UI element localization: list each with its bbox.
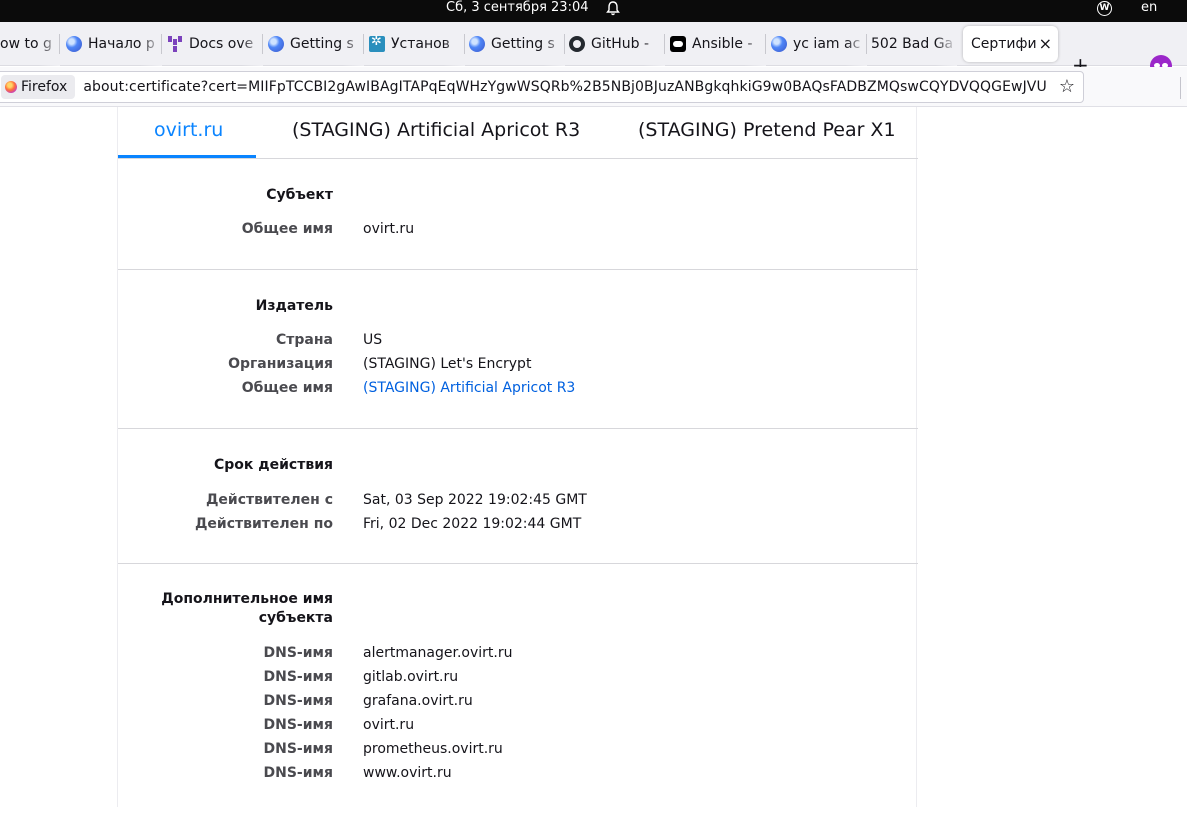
browser-tab[interactable]: Getting s bbox=[268, 22, 364, 66]
info-row: Общее имя (STAGING) Artificial Apricot R… bbox=[118, 380, 918, 404]
site-identity-label: Firefox bbox=[21, 79, 68, 95]
browser-tab[interactable]: yc iam ac bbox=[771, 22, 867, 66]
field-label: DNS-имя bbox=[263, 693, 333, 709]
browser-tab-label: Сертифи bbox=[971, 36, 1037, 52]
info-row: Действителен по Fri, 02 Dec 2022 19:02:4… bbox=[118, 516, 918, 540]
field-label: Общее имя bbox=[241, 221, 333, 237]
certificate-card: ovirt.ru (STAGING) Artificial Apricot R3… bbox=[117, 107, 918, 807]
info-row: Общее имя ovirt.ru bbox=[118, 221, 918, 245]
info-row: DNS-имя ovirt.ru bbox=[118, 717, 918, 741]
validity-section: Срок действия Действителен с Sat, 03 Sep… bbox=[118, 429, 918, 564]
browser-tab[interactable]: Getting s bbox=[469, 22, 565, 66]
field-label: DNS-имя bbox=[263, 645, 333, 661]
browser-tab-active[interactable]: Сертифи × bbox=[963, 26, 1058, 62]
terraform-icon bbox=[167, 36, 183, 52]
info-row: DNS-имя grafana.ovirt.ru bbox=[118, 693, 918, 717]
blue-globe-icon bbox=[469, 36, 485, 52]
browser-tab[interactable]: Ansible - bbox=[670, 22, 766, 66]
keyboard-layout-indicator[interactable]: en bbox=[1141, 0, 1157, 16]
field-label: DNS-имя bbox=[263, 741, 333, 757]
issuer-section: Издатель Страна US Организация (STAGING)… bbox=[118, 270, 918, 429]
browser-tab-label: GitHub - bbox=[591, 36, 650, 52]
browser-tab[interactable]: Docs ove bbox=[167, 22, 263, 66]
field-value: US bbox=[363, 332, 383, 348]
info-row: Действителен с Sat, 03 Sep 2022 19:02:45… bbox=[118, 492, 918, 516]
field-label: DNS-имя bbox=[263, 717, 333, 733]
certificate-viewer-page: ovirt.ru (STAGING) Artificial Apricot R3… bbox=[0, 107, 1187, 807]
system-clock[interactable]: Сб, 3 сентября 23:04 bbox=[446, 0, 589, 16]
site-identity-button[interactable]: Firefox bbox=[1, 75, 76, 99]
ansible-icon bbox=[670, 36, 686, 52]
bookmark-star-icon[interactable]: ☆ bbox=[1059, 76, 1075, 97]
info-row: DNS-имя www.ovirt.ru bbox=[118, 765, 918, 789]
browser-tab-strip: ow to g Начало р Docs ove Getting s Уста… bbox=[0, 22, 1187, 77]
active-tab-indicator bbox=[118, 155, 256, 158]
field-label: DNS-имя bbox=[263, 765, 333, 781]
github-icon bbox=[569, 36, 585, 52]
browser-tab-label: Установ bbox=[391, 36, 450, 52]
url-input[interactable]: about:certificate?cert=MIIFpTCCBI2gAwIBA… bbox=[83, 79, 1059, 95]
field-value: gitlab.ovirt.ru bbox=[363, 669, 459, 685]
firefox-icon bbox=[5, 81, 17, 93]
blue-globe-icon bbox=[771, 36, 787, 52]
field-value: grafana.ovirt.ru bbox=[363, 693, 473, 709]
field-label: Действителен по bbox=[194, 516, 333, 532]
section-title: Издатель bbox=[255, 298, 333, 314]
info-row: Организация (STAGING) Let's Encrypt bbox=[118, 356, 918, 380]
toolbar-overflow-edge bbox=[1180, 77, 1184, 99]
install-icon bbox=[369, 34, 385, 52]
field-value: www.ovirt.ru bbox=[363, 765, 452, 781]
info-row: DNS-имя prometheus.ovirt.ru bbox=[118, 741, 918, 765]
info-row: DNS-имя alertmanager.ovirt.ru bbox=[118, 645, 918, 669]
certificate-tabs: ovirt.ru (STAGING) Artificial Apricot R3… bbox=[118, 107, 918, 159]
info-row: DNS-имя gitlab.ovirt.ru bbox=[118, 669, 918, 693]
field-label: Общее имя bbox=[241, 380, 333, 396]
browser-tab[interactable]: GitHub - bbox=[569, 22, 665, 66]
field-label: DNS-имя bbox=[263, 669, 333, 685]
subject-section: Субъект Общее имя ovirt.ru bbox=[118, 159, 918, 270]
field-value: prometheus.ovirt.ru bbox=[363, 741, 503, 757]
browser-nav-bar: Firefox about:certificate?cert=MIIFpTCCB… bbox=[0, 67, 1187, 107]
browser-tab[interactable]: 502 Bad Ga bbox=[871, 22, 957, 66]
section-title: Срок действия bbox=[214, 457, 333, 473]
browser-tab[interactable]: ow to g bbox=[0, 22, 60, 66]
tab-pretend-pear-x1[interactable]: (STAGING) Pretend Pear X1 bbox=[638, 119, 896, 141]
close-icon[interactable]: × bbox=[1039, 34, 1052, 53]
section-title-continued: субъекта bbox=[258, 610, 333, 626]
field-value: (STAGING) Let's Encrypt bbox=[363, 356, 532, 372]
field-label: Страна bbox=[276, 332, 333, 348]
field-value: Sat, 03 Sep 2022 19:02:45 GMT bbox=[363, 492, 587, 508]
field-value: ovirt.ru bbox=[363, 717, 415, 733]
subject-alt-names-section: Дополнительное имя субъекта DNS-имя aler… bbox=[118, 564, 918, 824]
tab-artificial-apricot-r3[interactable]: (STAGING) Artificial Apricot R3 bbox=[292, 119, 580, 141]
blue-globe-icon bbox=[66, 36, 82, 52]
field-label: Действителен с bbox=[205, 492, 333, 508]
info-row: Страна US bbox=[118, 332, 918, 356]
workspace-indicator-icon[interactable]: W bbox=[1097, 1, 1112, 16]
section-title: Дополнительное имя bbox=[161, 591, 333, 607]
field-label: Организация bbox=[228, 356, 333, 372]
field-value: Fri, 02 Dec 2022 19:02:44 GMT bbox=[363, 516, 582, 532]
field-value: ovirt.ru bbox=[363, 221, 415, 237]
tab-ovirt-ru[interactable]: ovirt.ru bbox=[154, 119, 223, 141]
blue-globe-icon bbox=[268, 36, 284, 52]
browser-tab[interactable]: Начало р bbox=[66, 22, 162, 66]
browser-tab[interactable]: Установ bbox=[369, 22, 465, 66]
bell-icon[interactable] bbox=[606, 1, 620, 20]
field-value: alertmanager.ovirt.ru bbox=[363, 645, 513, 661]
section-title: Субъект bbox=[266, 187, 333, 203]
issuer-certificate-link[interactable]: (STAGING) Artificial Apricot R3 bbox=[363, 380, 575, 396]
system-top-bar: Сб, 3 сентября 23:04 W en bbox=[0, 0, 1187, 22]
url-bar[interactable]: Firefox about:certificate?cert=MIIFpTCCB… bbox=[0, 71, 1084, 103]
